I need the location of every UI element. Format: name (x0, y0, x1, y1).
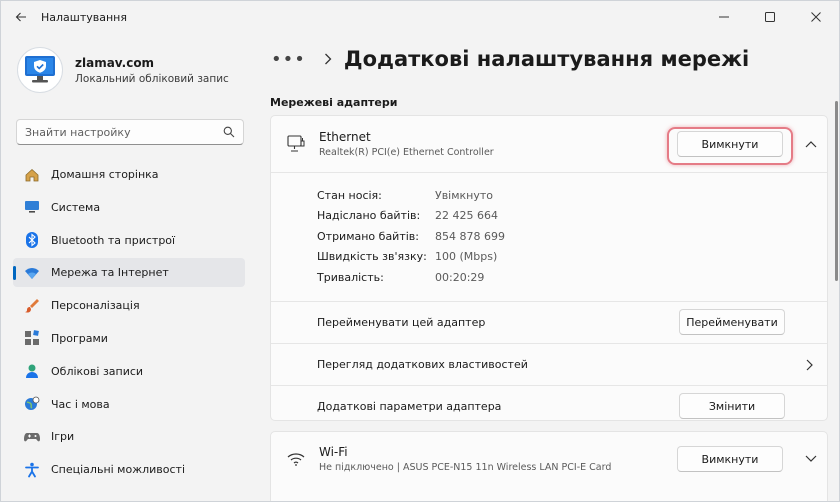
scrollbar-thumb[interactable] (835, 101, 838, 281)
sidebar-item-label: Домашня сторінка (51, 168, 159, 181)
rename-adapter-row: Перейменувати цей адаптер Перейменувати (271, 302, 827, 343)
detail-value: 00:20:29 (435, 270, 485, 284)
detail-value: 100 (Mbps) (435, 250, 498, 264)
window-controls (701, 1, 839, 33)
detail-label: Швидкість зв'язку: (317, 250, 427, 264)
settings-window: Налаштування zlamav.com Локальний обліко… (0, 0, 840, 502)
breadcrumb-more-button[interactable]: ••• (271, 49, 306, 70)
sidebar-item-label: Система (51, 200, 101, 214)
accessibility-icon (23, 461, 41, 479)
rename-button[interactable]: Перейменувати (679, 309, 785, 335)
disable-wifi-button[interactable]: Вимкнути (677, 446, 783, 472)
detail-label: Тривалість: (317, 270, 384, 284)
view-properties-row[interactable]: Перегляд додаткових властивостей (271, 344, 827, 385)
sidebar-item-accounts[interactable]: Облікові записи (13, 357, 245, 386)
adapter-options-row: Додаткові параметри адаптера Змінити (271, 386, 827, 427)
disable-ethernet-button[interactable]: Вимкнути (677, 131, 783, 157)
sidebar-item-label: Персоналізація (51, 299, 140, 313)
detail-label: Стан носія: (317, 188, 382, 202)
view-properties-label: Перегляд додаткових властивостей (317, 358, 528, 371)
close-icon (811, 12, 821, 22)
search-box[interactable] (16, 119, 244, 145)
maximize-icon (765, 12, 775, 22)
sidebar-item-label: Час і мова (51, 397, 110, 411)
bluetooth-icon (23, 231, 41, 249)
sidebar: zlamav.com Локальний обліковий запис Дом… (1, 33, 259, 501)
minimize-button[interactable] (701, 1, 747, 33)
main-content: ••• Додаткові налаштування мережі Мереже… (259, 33, 839, 501)
sidebar-item-label: Bluetooth та пристрої (51, 233, 176, 247)
adapter-description: Realtek(R) PCI(e) Ethernet Controller (319, 147, 494, 158)
accounts-icon (23, 362, 41, 380)
sidebar-item-gaming[interactable]: Ігри (13, 422, 245, 451)
detail-value: Увімкнуто (435, 188, 494, 202)
apps-icon (23, 329, 41, 347)
adapter-options-label: Додаткові параметри адаптера (317, 400, 502, 413)
detail-value: 854 878 699 (435, 229, 505, 243)
user-profile[interactable]: zlamav.com Локальний обліковий запис (17, 47, 229, 93)
detail-row: Отримано байтів: 854 878 699 (317, 226, 827, 247)
ethernet-header[interactable]: Ethernet Realtek(R) PCI(e) Ethernet Cont… (271, 116, 827, 172)
maximize-button[interactable] (747, 1, 793, 33)
breadcrumb: ••• Додаткові налаштування мережі (271, 47, 749, 71)
detail-row: Швидкість зв'язку: 100 (Mbps) (317, 247, 827, 268)
sidebar-item-network[interactable]: Мережа та Інтернет (13, 258, 245, 288)
time-language-icon (23, 395, 41, 413)
monitor-shield-icon (25, 56, 55, 83)
sidebar-nav: Домашня сторінка Система Bluetooth та пр… (13, 160, 245, 488)
ethernet-icon (285, 133, 307, 155)
edit-button[interactable]: Змінити (679, 393, 785, 419)
sidebar-item-home[interactable]: Домашня сторінка (13, 160, 245, 189)
sidebar-item-label: Програми (51, 331, 108, 345)
chevron-up-icon[interactable] (805, 140, 817, 148)
brush-icon (23, 297, 41, 315)
app-title: Налаштування (41, 10, 127, 24)
sidebar-item-label: Спеціальні можливості (51, 463, 186, 477)
detail-label: Отримано байтів: (317, 229, 419, 243)
adapter-details: Стан носія: Увімкнуто Надіслано байтів: … (271, 173, 827, 301)
sidebar-item-accessibility[interactable]: Спеціальні можливості (13, 455, 245, 484)
detail-row: Тривалість: 00:20:29 (317, 267, 827, 288)
gamepad-icon (23, 428, 41, 446)
sidebar-item-label: Ігри (51, 430, 75, 444)
sidebar-item-label: Мережа та Інтернет (51, 266, 169, 280)
section-title: Мережеві адаптери (270, 96, 398, 109)
wifi-icon (23, 264, 41, 282)
page-title: Додаткові налаштування мережі (343, 47, 750, 71)
sidebar-item-bluetooth[interactable]: Bluetooth та пристрої (13, 226, 245, 255)
ethernet-adapter-card: Ethernet Realtek(R) PCI(e) Ethernet Cont… (270, 115, 828, 421)
wifi-adapter-card: Wi-Fi Не підключено | ASUS PCE-N15 11n W… (270, 431, 828, 501)
adapter-name: Ethernet (319, 130, 371, 144)
wifi-icon (285, 448, 307, 470)
chevron-right-icon (806, 359, 813, 370)
sidebar-item-label: Облікові записи (51, 364, 144, 378)
detail-value: 22 425 664 (435, 209, 498, 223)
adapter-name: Wi-Fi (319, 445, 348, 459)
title-bar: Налаштування (1, 1, 839, 33)
close-button[interactable] (793, 1, 839, 33)
arrow-left-icon (15, 12, 26, 22)
sidebar-item-personalization[interactable]: Персоналізація (13, 291, 245, 320)
system-icon (23, 198, 41, 216)
chevron-right-icon (324, 53, 332, 65)
adapter-description: Не підключено | ASUS PCE-N15 11n Wireles… (319, 462, 612, 473)
detail-label: Надіслано байтів: (317, 209, 421, 223)
home-icon (23, 166, 41, 184)
search-input[interactable] (25, 125, 223, 139)
avatar (17, 47, 63, 93)
minimize-icon (719, 16, 729, 18)
chevron-down-icon[interactable] (805, 455, 817, 463)
profile-name: zlamav.com (75, 55, 155, 70)
rename-adapter-label: Перейменувати цей адаптер (317, 316, 486, 329)
sidebar-item-time-language[interactable]: Час і мова (13, 390, 245, 419)
sidebar-item-apps[interactable]: Програми (13, 324, 245, 353)
detail-row: Стан носія: Увімкнуто (317, 185, 827, 206)
wifi-header[interactable]: Wi-Fi Не підключено | ASUS PCE-N15 11n W… (271, 432, 827, 486)
scrollbar[interactable] (835, 101, 838, 501)
detail-row: Надіслано байтів: 22 425 664 (317, 206, 827, 227)
profile-account-type: Локальний обліковий запис (75, 72, 229, 85)
search-icon[interactable] (223, 126, 235, 138)
back-button[interactable] (1, 1, 41, 33)
sidebar-item-system[interactable]: Система (13, 193, 245, 222)
